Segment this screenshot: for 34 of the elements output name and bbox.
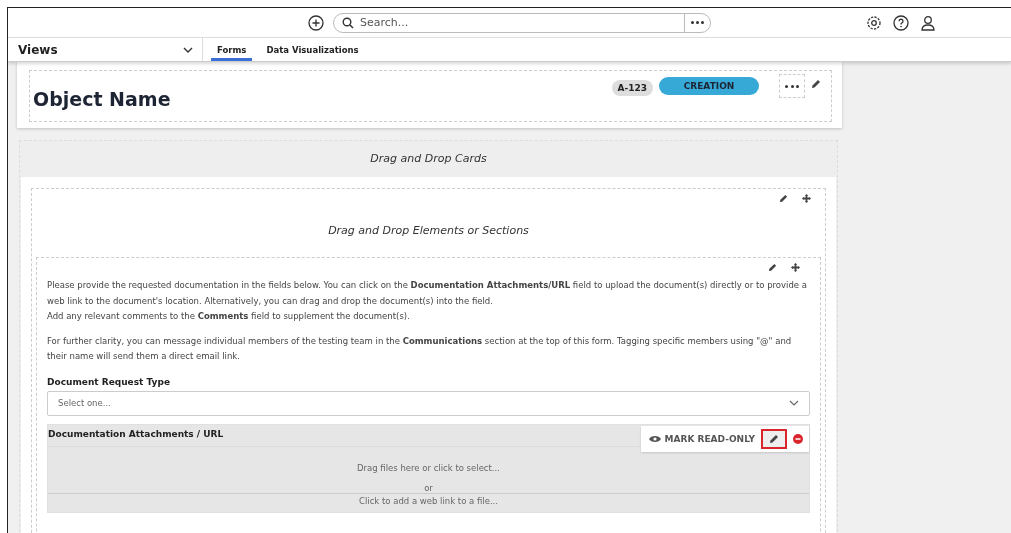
id-badge: A-123: [611, 79, 653, 96]
pencil-icon[interactable]: [768, 263, 777, 272]
status-badge: CREATION: [659, 76, 759, 95]
instruction-text: Please provide the requested documentation in the fields below. You can click on the Documentation Attachments/URL field to upload the document(s) directly or to provide a web link to the document's location. Alternatively, you can drag and drop the document(s) into the field. Add any relevant comments to the Comments field to supplement the document(s).: [47, 279, 808, 323]
settings-icon[interactable]: [866, 14, 882, 31]
help-icon[interactable]: [893, 14, 909, 31]
object-name: Object Name: [33, 88, 171, 110]
eye-icon: [648, 434, 661, 443]
search-input[interactable]: Search...: [358, 15, 680, 30]
remove-icon[interactable]: [793, 433, 803, 444]
drop-area-title: Drag and Drop Cards: [369, 151, 488, 167]
chevron-down-icon: [789, 400, 799, 406]
add-link-button[interactable]: Click to add a web link to a file...: [48, 492, 809, 512]
or-separator: or: [424, 482, 433, 493]
tab[interactable]: Data Visualizations: [260, 38, 365, 61]
file-drop-zone[interactable]: Drag files here or click to select...: [48, 445, 809, 483]
pencil-icon: [769, 433, 779, 444]
pencil-icon[interactable]: [811, 78, 821, 89]
move-icon[interactable]: [802, 194, 811, 203]
select-field[interactable]: Select one...: [47, 390, 810, 416]
instruction-text: For further clarity, you can message individual members of the testing team in the Communications section at the top of this form. Tagging specific members using "@" and their name will send them a direct email link.: [47, 334, 793, 363]
edit-button[interactable]: [761, 428, 787, 449]
mark-read-only-button[interactable]: MARK READ-ONLY: [648, 433, 755, 444]
field-label: Documentation Attachments / URL: [48, 427, 224, 439]
user-icon[interactable]: [920, 14, 936, 31]
field-label: Document Request Type: [47, 376, 171, 387]
more-icon[interactable]: [779, 74, 805, 98]
pencil-icon[interactable]: [779, 194, 788, 203]
add-icon[interactable]: [308, 14, 324, 31]
views-dropdown[interactable]: Views: [8, 38, 203, 61]
chevron-down-icon: [183, 46, 193, 53]
move-icon[interactable]: [791, 263, 800, 272]
search-icon: [342, 16, 354, 29]
section-title: Drag and Drop Elements or Sections: [327, 223, 530, 239]
